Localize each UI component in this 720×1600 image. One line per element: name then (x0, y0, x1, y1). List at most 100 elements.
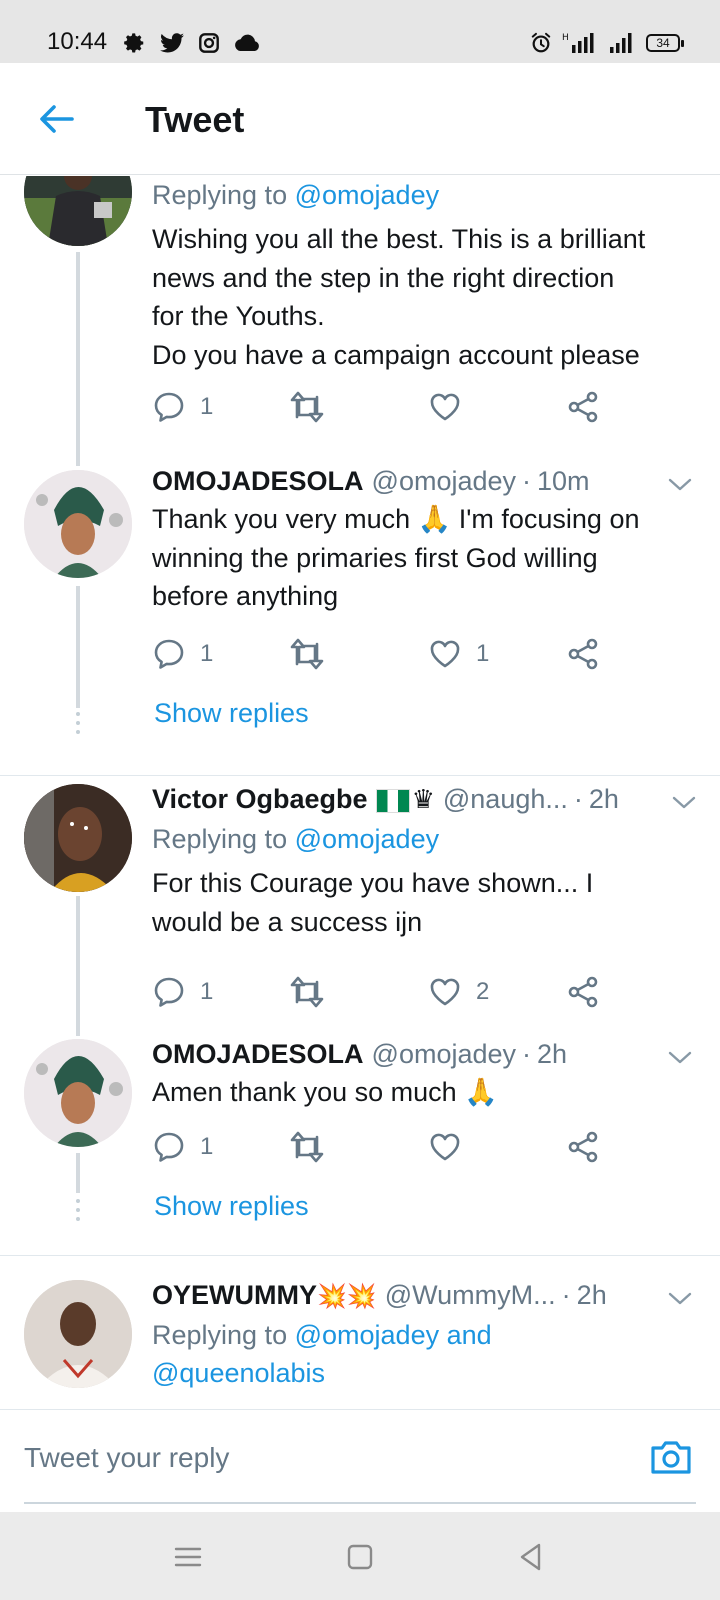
retweet-icon (290, 638, 324, 670)
replying-to-mention[interactable]: @omojadey (295, 824, 439, 854)
home-square-icon[interactable] (343, 1540, 377, 1574)
meta-separator: · (561, 1280, 571, 1310)
like-button[interactable] (428, 1129, 462, 1165)
tweet-reply[interactable]: Victor Ogbaegbe ♛ @naugh... · 2h Replyin… (0, 776, 720, 1036)
author-handle[interactable]: @WummyM... (385, 1280, 556, 1311)
heart-icon (430, 1133, 460, 1161)
avatar[interactable] (24, 470, 132, 578)
avatar[interactable] (24, 176, 132, 246)
like-button[interactable] (428, 389, 462, 425)
heart-icon (430, 978, 460, 1006)
author-name[interactable]: OMOJADESOLA (152, 1039, 364, 1070)
reply-icon (154, 392, 184, 422)
status-notification-icons (124, 30, 260, 56)
chevron-down-icon[interactable] (666, 1284, 694, 1312)
tweet-reply[interactable]: OMOJADESOLA @omojadey · 10m Thank you ve… (0, 466, 720, 756)
reply-count: 1 (200, 1133, 214, 1160)
back-triangle-icon[interactable] (514, 1540, 548, 1574)
camera-icon[interactable] (649, 1434, 693, 1478)
chevron-down-icon[interactable] (666, 1043, 694, 1071)
tweet-text-line: Wishing you all the best. This is a bril… (152, 224, 646, 254)
battery-icon: 34 (646, 34, 684, 52)
meta-separator: · (522, 466, 532, 496)
reply-button[interactable]: 1 (152, 1129, 213, 1165)
retweet-button[interactable] (288, 974, 326, 1010)
share-button[interactable] (566, 389, 600, 425)
reply-composer (0, 1409, 720, 1512)
instagram-icon (199, 33, 219, 53)
retweet-icon (290, 976, 324, 1008)
author-name[interactable]: OYEWUMMY (152, 1280, 317, 1311)
replying-to-mention[interactable]: @omojadey (295, 180, 439, 210)
replies-feed[interactable]: Replying to @omojadey Wishing you all th… (0, 176, 720, 1409)
reply-icon (154, 977, 184, 1007)
retweet-button[interactable] (288, 389, 326, 425)
tweet-meta: OYEWUMMY 💥💥 @WummyM... · 2h (152, 1280, 694, 1314)
avatar[interactable] (24, 784, 132, 892)
svg-text:H: H (562, 33, 569, 43)
author-handle[interactable]: @omojadey (372, 466, 516, 497)
share-icon (568, 1131, 598, 1163)
replying-to-mention[interactable]: @omojadey and (295, 1320, 492, 1350)
replying-to: Replying to @omojadey and @queenolabis (152, 1316, 694, 1392)
retweet-icon (290, 1131, 324, 1163)
crown-icon: ♛ (411, 785, 435, 815)
tweet-reply[interactable]: OYEWUMMY 💥💥 @WummyM... · 2h Replying to … (0, 1256, 720, 1409)
signal-icon: H (562, 33, 594, 53)
reply-count: 1 (200, 393, 214, 420)
tweet-text-line: Amen thank you so much 🙏 (152, 1077, 498, 1107)
thread-line (76, 1153, 80, 1193)
menu-icon[interactable] (171, 1540, 205, 1574)
cloud-icon (235, 34, 259, 51)
tweet-actions: 1 2 (152, 974, 612, 1010)
author-handle[interactable]: @naugh... (443, 784, 568, 815)
tweet-meta: OMOJADESOLA @omojadey · 10m (152, 466, 694, 500)
tweet-reply[interactable]: Replying to @omojadey Wishing you all th… (0, 176, 720, 466)
status-bar: 10:44 H 34 (0, 0, 720, 63)
tweet-meta: Victor Ogbaegbe ♛ @naugh... · 2h (152, 784, 694, 818)
reply-count: 1 (200, 640, 214, 667)
arrow-left-icon[interactable] (36, 99, 76, 139)
avatar[interactable] (24, 1039, 132, 1147)
retweet-icon (290, 391, 324, 423)
tweet-text-line: news and the step in the right direction (152, 262, 615, 293)
tweet-time: 2h (537, 1039, 568, 1069)
status-time: 10:44 (47, 28, 108, 55)
author-name[interactable]: Victor Ogbaegbe (152, 784, 368, 815)
reply-button[interactable]: 1 (152, 974, 213, 1010)
tweet-text: Thank you very much 🙏 I'm focusing on wi… (152, 500, 694, 616)
show-replies-link[interactable]: Show replies (154, 1191, 309, 1222)
tweet-text: Wishing you all the best. This is a bril… (152, 220, 694, 374)
chevron-down-icon[interactable] (666, 470, 694, 498)
share-button[interactable] (566, 974, 600, 1010)
tweet-actions: 1 (152, 1129, 612, 1165)
reply-input[interactable] (24, 1436, 620, 1480)
tweet-text-line: before anything (152, 581, 339, 611)
author-handle[interactable]: @omojadey (372, 1039, 516, 1070)
tweet-text-line: would be a success ijn (152, 906, 423, 937)
replying-to-mention[interactable]: @queenolabis (152, 1354, 694, 1392)
share-button[interactable] (566, 1129, 600, 1165)
like-button[interactable]: 2 (428, 974, 489, 1010)
retweet-button[interactable] (288, 636, 326, 672)
show-replies-link[interactable]: Show replies (154, 698, 309, 729)
replying-to-label: Replying to (152, 180, 288, 210)
author-name[interactable]: OMOJADESOLA (152, 466, 364, 497)
share-icon (568, 638, 598, 670)
like-button[interactable]: 1 (428, 636, 489, 672)
reply-icon (154, 639, 184, 669)
twitter-icon (160, 33, 184, 53)
meta-separator: · (522, 1039, 532, 1069)
reply-count: 1 (200, 978, 214, 1005)
reply-button[interactable]: 1 (152, 636, 213, 672)
tweet-reply[interactable]: OMOJADESOLA @omojadey · 2h Amen thank yo… (0, 1031, 720, 1256)
chevron-down-icon[interactable] (670, 788, 698, 816)
heart-icon (430, 640, 460, 668)
retweet-button[interactable] (288, 1129, 326, 1165)
reply-button[interactable]: 1 (152, 389, 213, 425)
share-button[interactable] (566, 636, 600, 672)
nigeria-flag-icon (375, 789, 410, 813)
like-count: 2 (476, 978, 490, 1005)
avatar[interactable] (24, 1280, 132, 1388)
tweet-actions: 1 (152, 389, 612, 425)
